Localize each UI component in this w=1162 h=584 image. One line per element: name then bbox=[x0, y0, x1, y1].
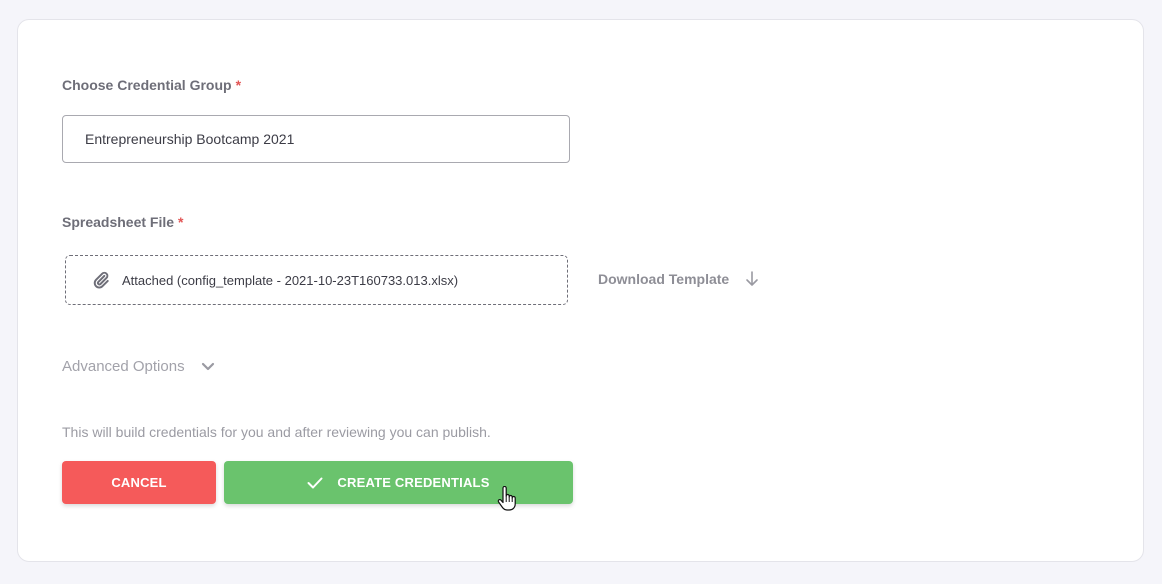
hand-cursor-icon bbox=[497, 486, 516, 511]
required-mark: * bbox=[235, 77, 242, 93]
required-mark: * bbox=[178, 214, 184, 230]
spreadsheet-dropzone[interactable]: Attached (config_template - 2021-10-23T1… bbox=[65, 255, 568, 305]
spreadsheet-file-label-text: Spreadsheet File bbox=[62, 214, 175, 230]
info-text: This will build credentials for you and … bbox=[62, 424, 491, 440]
arrow-down-icon bbox=[745, 271, 759, 287]
cancel-button[interactable]: CANCEL bbox=[62, 461, 216, 504]
credential-group-label-text: Choose Credential Group bbox=[62, 77, 232, 93]
credential-group-value: Entrepreneurship Bootcamp 2021 bbox=[85, 131, 295, 147]
check-icon bbox=[307, 477, 323, 489]
chevron-down-icon bbox=[201, 362, 215, 372]
advanced-options-toggle[interactable]: Advanced Options bbox=[62, 358, 215, 375]
cancel-button-label: CANCEL bbox=[111, 475, 167, 490]
create-credentials-label: CREATE CREDENTIALS bbox=[337, 475, 490, 490]
advanced-options-label: Advanced Options bbox=[62, 358, 185, 375]
attached-file-text: Attached (config_template - 2021-10-23T1… bbox=[122, 272, 459, 288]
form-card: Choose Credential Group * Entrepreneurshi… bbox=[17, 19, 1144, 562]
paperclip-icon bbox=[92, 271, 110, 289]
credential-group-input[interactable]: Entrepreneurship Bootcamp 2021 bbox=[62, 115, 570, 163]
spreadsheet-file-label: Spreadsheet File * bbox=[62, 214, 184, 230]
create-credentials-button[interactable]: CREATE CREDENTIALS bbox=[224, 461, 573, 504]
download-template-label: Download Template bbox=[598, 271, 730, 287]
download-template-link[interactable]: Download Template bbox=[598, 271, 759, 287]
credential-group-label: Choose Credential Group * bbox=[62, 77, 241, 93]
